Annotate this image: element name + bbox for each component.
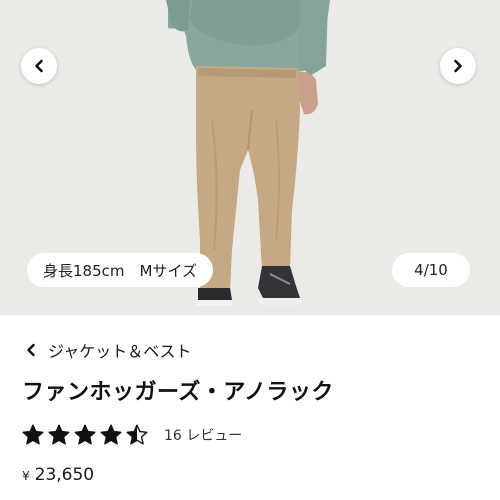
product-rating: 16 レビュー [22,424,242,446]
carousel-next-button[interactable] [440,48,476,84]
chevron-left-icon [35,59,43,73]
image-counter-text: 4/10 [414,261,448,279]
price-currency: ¥ [22,469,30,483]
carousel-prev-button[interactable] [21,48,57,84]
star-full-icon [22,424,44,445]
price-amount: 23,650 [34,465,95,485]
star-full-icon [48,424,70,445]
product-title: ファンホッガーズ・アノラック [22,380,334,405]
model-size-caption-text: 身長185cm Mサイズ [43,261,197,280]
star-full-icon [100,424,122,445]
review-count-link[interactable]: 16 レビュー [164,425,242,445]
product-price: ¥ 23,650 [22,465,94,485]
star-half-icon [126,424,148,445]
chevron-left-icon [27,343,35,357]
model-size-caption: 身長185cm Mサイズ [27,253,213,287]
star-full-icon [74,424,96,445]
chevron-right-icon [454,59,462,73]
breadcrumb[interactable]: ジャケット＆ベスト [22,338,192,362]
breadcrumb-label: ジャケット＆ベスト [48,342,192,361]
image-counter: 4/10 [392,253,470,287]
product-image-carousel[interactable]: 身長185cm Mサイズ 4/10 [0,0,500,315]
star-rating [22,424,152,446]
